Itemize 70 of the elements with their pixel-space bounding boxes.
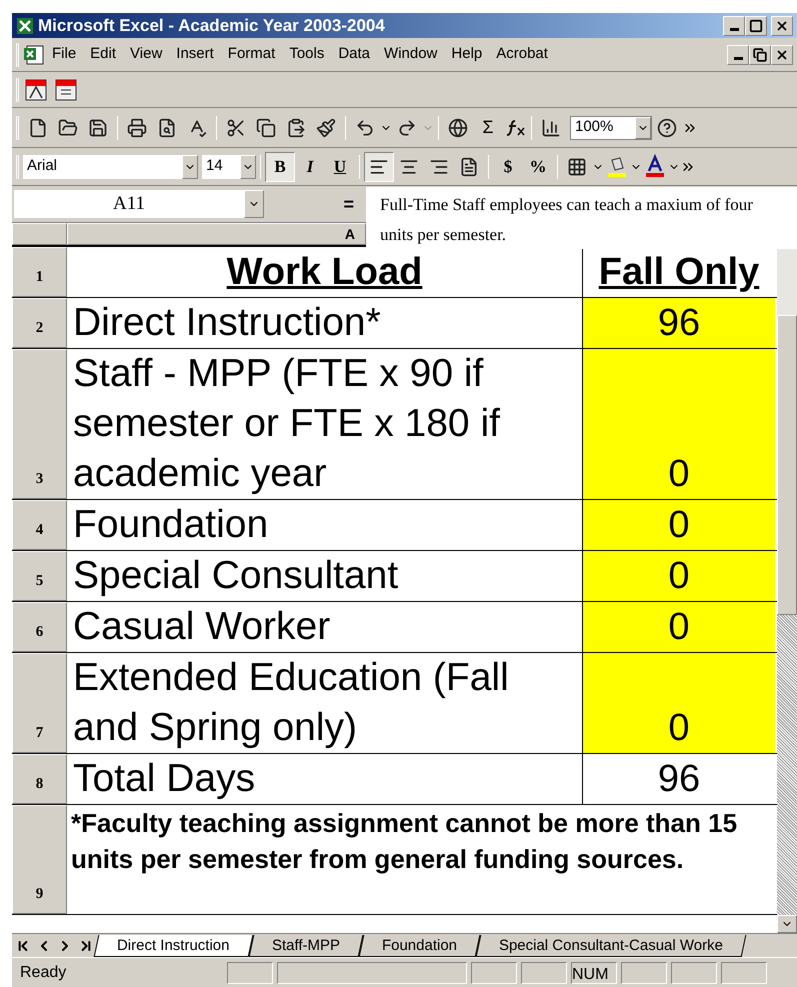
- minimize-icon: [734, 57, 742, 60]
- table-cell: 0: [583, 551, 775, 601]
- bold-button[interactable]: B: [265, 152, 295, 182]
- equals-sign: =: [343, 192, 354, 216]
- status-panel: [227, 962, 273, 984]
- status-panel: [521, 962, 567, 984]
- status-text: Ready: [19, 962, 68, 982]
- status-panel: [721, 962, 767, 984]
- workbook-icon[interactable]: [23, 44, 45, 66]
- underline-button[interactable]: U: [325, 152, 355, 182]
- menu-item[interactable]: Acrobat: [489, 43, 555, 66]
- close-icon: [775, 18, 789, 32]
- align-left-icon[interactable]: [364, 152, 394, 182]
- row-header[interactable]: 3: [12, 349, 67, 499]
- pdf-icon[interactable]: [23, 76, 49, 102]
- close-icon: [775, 48, 789, 62]
- table-cell: 0: [583, 349, 775, 499]
- restore-icon: [753, 48, 767, 62]
- row-header[interactable]: 5: [12, 551, 67, 601]
- menu-item[interactable]: Tools: [282, 43, 332, 66]
- menu-item[interactable]: Insert: [169, 43, 221, 66]
- table-cell: 0: [583, 653, 775, 753]
- table-cell: 96: [583, 298, 775, 348]
- status-indicator: NUM: [571, 962, 617, 984]
- close-button[interactable]: [771, 16, 793, 36]
- font-dropdown[interactable]: Arial: [23, 154, 198, 178]
- tooltip: Full-Time Staff employees can teach a maxium of four units per semester.: [366, 187, 797, 249]
- maximize-button[interactable]: [745, 16, 767, 36]
- autosum-button[interactable]: Σ: [473, 114, 503, 141]
- row-header[interactable]: 1: [12, 247, 67, 297]
- maximize-icon: [749, 18, 763, 32]
- select-all-corner[interactable]: [12, 223, 67, 245]
- status-panel: [471, 962, 517, 984]
- menu-item[interactable]: Edit: [83, 43, 124, 66]
- note-text: *Faculty teaching assignment cannot be more than 15 units per semester from general funding sources.: [70, 807, 738, 876]
- table-cell: 0: [583, 602, 775, 652]
- name-box[interactable]: A11: [14, 190, 264, 218]
- sheet-tab[interactable]: Direct Instruction: [94, 934, 253, 956]
- minimize-button[interactable]: [723, 16, 745, 36]
- row-header[interactable]: 8: [12, 754, 67, 804]
- window-title: Microsoft Excel - Academic Year 2003-2004: [38, 14, 385, 37]
- minimize-icon: [730, 28, 738, 31]
- minimize-button[interactable]: [727, 44, 749, 64]
- close-button[interactable]: [771, 44, 793, 64]
- zoom-dropdown[interactable]: 100%: [570, 116, 652, 140]
- restore-button[interactable]: [749, 44, 771, 64]
- font-size-dropdown[interactable]: 14: [202, 154, 256, 178]
- table-cell: 0: [583, 500, 775, 550]
- sheet-tab[interactable]: Foundation: [358, 934, 480, 956]
- currency-button[interactable]: $: [493, 152, 523, 182]
- italic-button[interactable]: I: [295, 152, 325, 182]
- status-panel: [621, 962, 667, 984]
- row-header[interactable]: 9: [12, 805, 67, 914]
- row-header[interactable]: 4: [12, 500, 67, 550]
- menu-item[interactable]: Window: [377, 43, 444, 66]
- spreadsheet-icon: [16, 16, 34, 34]
- menu-item[interactable]: Help: [444, 43, 490, 66]
- menu-item[interactable]: Format: [220, 43, 282, 66]
- pdf-document-icon[interactable]: [53, 76, 79, 102]
- menu-item[interactable]: Data: [331, 43, 378, 66]
- sheet-tab[interactable]: Staff-MPP: [248, 934, 363, 956]
- menu-item[interactable]: View: [123, 43, 170, 66]
- status-panel: [671, 962, 717, 984]
- row-header[interactable]: 6: [12, 602, 67, 652]
- row-header[interactable]: 7: [12, 653, 67, 753]
- menu-item[interactable]: File: [45, 43, 84, 66]
- row-header[interactable]: 2: [12, 298, 67, 348]
- sheet-tab[interactable]: Special Consultant-Casual Worke: [475, 934, 746, 956]
- column-header[interactable]: A: [67, 223, 366, 245]
- percent-button[interactable]: %: [523, 152, 553, 182]
